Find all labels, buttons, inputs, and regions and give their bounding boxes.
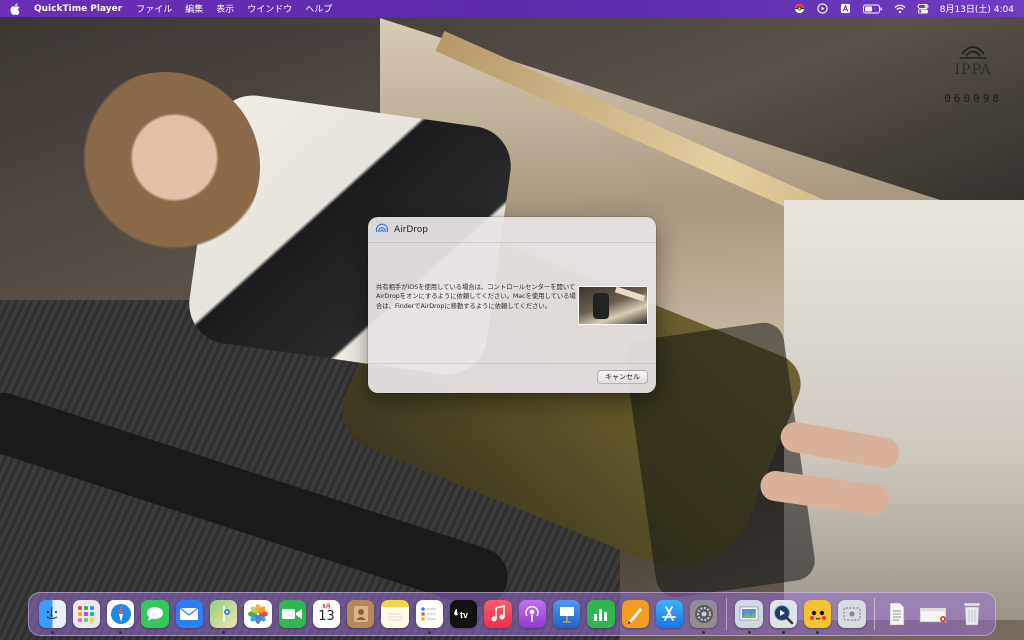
calendar-day: 13 (318, 609, 335, 624)
control-center-icon[interactable] (917, 3, 929, 15)
shared-item-thumbnail (578, 286, 648, 325)
scene-wall (784, 200, 1024, 620)
dock-separator (725, 598, 727, 630)
apple-menu-icon[interactable] (10, 3, 20, 15)
mail-icon[interactable] (175, 600, 203, 628)
music-icon[interactable] (484, 600, 512, 628)
menu-help[interactable]: ヘルプ (305, 2, 332, 15)
menu-app-name[interactable]: QuickTime Player (34, 4, 122, 14)
ippa-logo-icon (960, 46, 987, 59)
running-indicator (119, 631, 123, 634)
menu-edit[interactable]: 編集 (185, 2, 203, 15)
preview-icon[interactable] (735, 600, 763, 634)
watermark: IPPA 060098 (944, 38, 1002, 105)
keynote-icon[interactable] (552, 600, 581, 628)
menu-file[interactable]: ファイル (136, 2, 172, 15)
play-circle-icon[interactable] (817, 3, 829, 15)
pokeball-icon[interactable] (794, 3, 806, 15)
document-icon[interactable] (884, 600, 911, 628)
menu-bar-status-area: 8月13日(土) 4:04 (794, 2, 1014, 15)
thumbnail-detail (614, 287, 646, 302)
running-indicator (781, 631, 785, 634)
screenshot-app-icon[interactable] (838, 600, 866, 628)
svg-text:tv: tv (460, 610, 468, 620)
menu-datetime[interactable]: 8月13日(土) 4:04 (940, 2, 1014, 15)
wifi-icon[interactable] (894, 3, 906, 15)
quicktime-icon[interactable] (769, 600, 797, 634)
photos-icon[interactable] (244, 600, 272, 628)
pages-icon[interactable] (621, 600, 649, 628)
launchpad-icon[interactable] (72, 600, 101, 628)
scene-person-head (70, 72, 260, 262)
dialog-message: 共有相手がiOSを使用している場合は、コントロールセンターを開いてAirDrop… (376, 284, 576, 310)
menu-view[interactable]: 表示 (216, 2, 234, 15)
notes-icon[interactable] (381, 600, 409, 628)
airdrop-icon (375, 223, 389, 232)
maps-icon[interactable] (209, 600, 238, 634)
contacts-icon[interactable] (347, 600, 375, 628)
tv-icon[interactable]: tv (450, 600, 478, 628)
menu-window[interactable]: ウインドウ (247, 2, 292, 15)
trash-icon[interactable] (958, 600, 985, 628)
dialog-titlebar: AirDrop (368, 217, 656, 243)
dock: 8月 13 tv (28, 592, 996, 636)
battery-icon[interactable] (862, 3, 883, 15)
watermark-code: 060098 (944, 92, 1002, 105)
dialog-footer: キャンセル (368, 363, 656, 393)
cancel-button[interactable]: キャンセル (597, 370, 648, 384)
finder-icon[interactable] (38, 600, 66, 634)
numbers-icon[interactable] (587, 600, 615, 628)
airdrop-dialog: AirDrop 共有相手がiOSを使用している場合は、コントロールセンターを開い… (368, 217, 656, 393)
running-indicator (50, 631, 54, 634)
facetime-icon[interactable] (278, 600, 306, 628)
menu-bar: QuickTime Player ファイル 編集 表示 ウインドウ ヘルプ 8月… (0, 0, 1024, 17)
messages-icon[interactable] (141, 600, 169, 628)
podcasts-icon[interactable] (518, 600, 546, 628)
running-indicator (427, 631, 431, 634)
watermark-brand: IPPA (954, 62, 992, 78)
app-store-icon[interactable] (655, 600, 684, 628)
calendar-icon[interactable]: 8月 13 (312, 600, 341, 628)
running-indicator (222, 631, 226, 634)
pokemon-app-icon[interactable] (804, 600, 832, 634)
thumbnail-detail (593, 293, 609, 319)
system-preferences-icon[interactable] (690, 600, 718, 634)
dock-separator (874, 598, 876, 630)
running-indicator (816, 631, 820, 634)
dialog-body: 共有相手がiOSを使用している場合は、コントロールセンターを開いてAirDrop… (368, 243, 656, 363)
window-stack-icon[interactable] (918, 600, 951, 628)
running-indicator (702, 631, 706, 634)
input-source-icon[interactable] (840, 3, 852, 15)
dialog-title: AirDrop (394, 224, 429, 235)
running-indicator (747, 631, 751, 634)
reminders-icon[interactable] (415, 600, 444, 634)
safari-icon[interactable] (107, 600, 135, 634)
